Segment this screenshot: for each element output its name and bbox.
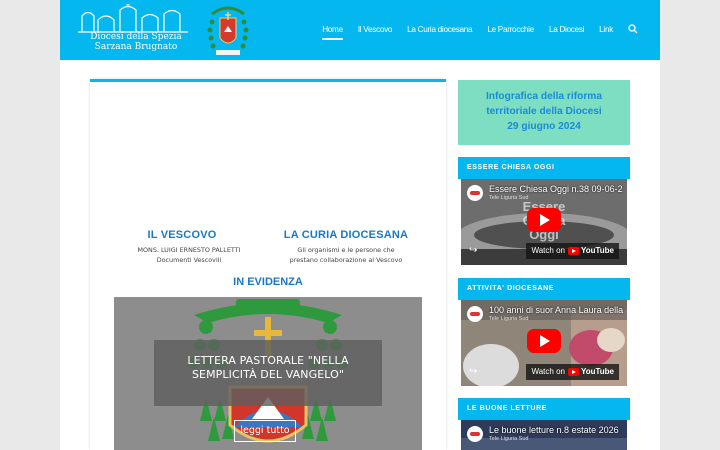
in-evidenza-heading: IN EVIDENZA	[233, 276, 303, 288]
youtube-embed[interactable]: 100 anni di suor Anna Laura della Tele L…	[461, 300, 627, 386]
video-channel: Tele Liguria Sud	[489, 195, 529, 201]
curia-title[interactable]: LA CURIA DIOCESANA	[271, 229, 421, 241]
channel-avatar[interactable]	[467, 185, 483, 201]
video-title[interactable]: Le buone letture n.8 estate 2026	[489, 425, 627, 435]
video-title[interactable]: 100 anni di suor Anna Laura della	[489, 305, 627, 315]
site-logo[interactable]: Diocesi della Spezia Sarzana Brugnato	[76, 4, 249, 56]
share-icon[interactable]: ↪	[469, 245, 477, 256]
slide-title: LETTERA PASTORALE "NELLA SEMPLICITÀ DEL …	[187, 354, 349, 381]
nav-il-vescovo[interactable]: Il Vescovo	[358, 25, 393, 34]
youtube-embed[interactable]: Le buone letture n.8 estate 2026 Tele Li…	[461, 420, 627, 450]
search-icon[interactable]	[628, 24, 638, 34]
infographic-text: Infografica della riforma territoriale d…	[485, 91, 603, 132]
read-more-button[interactable]: leggi tutto	[234, 420, 296, 442]
infographic-link-box[interactable]: Infografica della riforma territoriale d…	[458, 80, 630, 145]
youtube-logo-icon	[567, 247, 579, 255]
site-header: Diocesi della Spezia Sarzana Brugnato Ho…	[60, 0, 660, 60]
widget-heading: LE BUONE LETTURE	[458, 398, 630, 420]
play-button-icon[interactable]	[527, 208, 561, 232]
video-channel: Tele Liguria Sud	[489, 316, 529, 322]
nav-home[interactable]: Home	[322, 25, 343, 34]
channel-avatar[interactable]	[467, 306, 483, 322]
watch-on-youtube-button[interactable]: Watch on YouTube	[526, 364, 619, 380]
featured-slide[interactable]: LETTERA PASTORALE "NELLA SEMPLICITÀ DEL …	[114, 297, 422, 450]
logo-text: Diocesi della Spezia Sarzana Brugnato	[90, 32, 182, 52]
slide-caption: LETTERA PASTORALE "NELLA SEMPLICITÀ DEL …	[154, 340, 382, 406]
video-channel: Tele Liguria Sud	[489, 436, 529, 442]
curia-subtitle: Gli organismi e le persone che prestano …	[289, 246, 403, 264]
youtube-logo-icon	[567, 368, 579, 376]
nav-curia-diocesana[interactable]: La Curia diocesana	[407, 25, 472, 34]
video-title[interactable]: Essere Chiesa Oggi n.38 09-06-2	[489, 184, 627, 194]
bishop-crest-icon	[207, 6, 249, 55]
widget-le-buone-letture: LE BUONE LETTURE Le buone letture n.8 es…	[458, 398, 630, 450]
cathedral-outline-icon	[78, 4, 188, 33]
youtube-embed[interactable]: Essere Chiesa Oggi Essere Chiesa Oggi n.…	[461, 179, 627, 265]
play-button-icon[interactable]	[527, 329, 561, 353]
nav-link[interactable]: Link	[599, 25, 613, 34]
widget-heading: ESSERE CHIESA OGGI	[458, 157, 630, 179]
channel-avatar[interactable]	[467, 426, 483, 442]
main-nav: Home Il Vescovo La Curia diocesana Le Pa…	[322, 24, 638, 34]
widget-heading: ATTIVITA' DIOCESANE	[458, 278, 630, 300]
vescovo-title[interactable]: IL VESCOVO	[107, 229, 257, 241]
vescovo-subtitle: MONS. LUIGI ERNESTO PALLETTI Documenti V…	[137, 246, 241, 264]
widget-essere-chiesa-oggi: ESSERE CHIESA OGGI Essere Chiesa Oggi Es…	[458, 157, 630, 268]
watch-on-youtube-button[interactable]: Watch on YouTube	[526, 243, 619, 259]
nav-la-diocesi[interactable]: La Diocesi	[549, 25, 585, 34]
nav-le-parrocchie[interactable]: Le Parrocchie	[487, 25, 534, 34]
share-icon[interactable]: ↪	[469, 366, 477, 377]
widget-attivita-diocesane: ATTIVITA' DIOCESANE 100 anni di suor Ann…	[458, 278, 630, 388]
